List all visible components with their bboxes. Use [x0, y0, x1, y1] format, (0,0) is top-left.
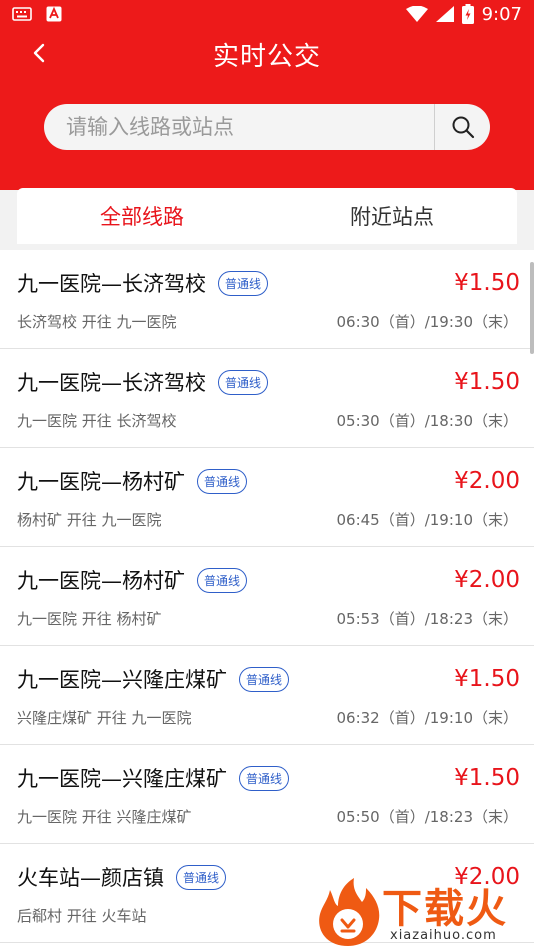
route-type-badge: 普通线 — [197, 468, 248, 494]
header: 实时公交 — [0, 28, 534, 190]
route-type-badge: 普通线 — [176, 864, 227, 890]
route-price: ¥1.50 — [454, 666, 520, 692]
route-type-badge: 普通线 — [239, 765, 290, 791]
watermark-text: 下载火 — [382, 886, 508, 932]
route-name: 九一医院—长济驾校 — [17, 272, 206, 296]
route-row[interactable]: 九一医院—杨村矿 普通线 ¥2.00 九一医院 开往 杨村矿 05:53（首）/… — [0, 547, 534, 646]
tab-nearby-stops[interactable]: 附近站点 — [267, 188, 517, 244]
route-row[interactable]: 九一医院—长济驾校 普通线 ¥1.50 长济驾校 开往 九一医院 06:30（首… — [0, 250, 534, 349]
route-name: 九一医院—长济驾校 — [17, 371, 206, 395]
route-type-badge: 普通线 — [218, 270, 269, 296]
signal-icon — [435, 6, 454, 22]
page-title: 实时公交 — [212, 42, 321, 72]
route-direction: 长济驾校 开往 九一医院 — [17, 313, 177, 331]
route-name: 九一医院—兴隆庄煤矿 — [17, 767, 227, 791]
search-bar — [44, 104, 490, 150]
watermark: 下载火 xiazaihuo.com — [312, 870, 534, 950]
app-notification-icon — [46, 6, 62, 22]
route-direction: 杨村矿 开往 九一医院 — [17, 511, 162, 529]
flame-logo-icon — [319, 878, 380, 946]
route-direction: 后郗村 开往 火车站 — [17, 907, 147, 925]
route-type-badge: 普通线 — [239, 666, 290, 692]
route-row[interactable]: 九一医院—杨村矿 普通线 ¥2.00 杨村矿 开往 九一医院 06:45（首）/… — [0, 448, 534, 547]
route-time: 05:53（首）/18:23（末） — [336, 610, 518, 628]
route-type-badge: 普通线 — [218, 369, 269, 395]
status-bar: 9:07 — [0, 0, 534, 28]
status-time: 9:07 — [481, 3, 522, 25]
route-name: 九一医院—杨村矿 — [17, 569, 185, 593]
search-button[interactable] — [434, 104, 490, 150]
list-scrollbar[interactable] — [530, 262, 534, 354]
tab-all-routes[interactable]: 全部线路 — [17, 188, 267, 244]
route-row[interactable]: 九一医院—兴隆庄煤矿 普通线 ¥1.50 兴隆庄煤矿 开往 九一医院 06:32… — [0, 646, 534, 745]
route-row[interactable]: 九一医院—兴隆庄煤矿 普通线 ¥1.50 九一医院 开往 兴隆庄煤矿 05:50… — [0, 745, 534, 844]
route-direction: 九一医院 开往 长济驾校 — [17, 412, 177, 430]
watermark-url: xiazaihuo.com — [390, 928, 497, 943]
route-direction: 九一医院 开往 兴隆庄煤矿 — [17, 808, 192, 826]
route-direction: 九一医院 开往 杨村矿 — [17, 610, 162, 628]
route-time: 06:45（首）/19:10（末） — [336, 511, 518, 529]
route-type-badge: 普通线 — [197, 567, 248, 593]
route-name: 九一医院—兴隆庄煤矿 — [17, 668, 227, 692]
search-icon — [452, 116, 474, 139]
search-input[interactable] — [44, 104, 434, 150]
keyboard-icon — [12, 7, 32, 21]
route-time: 05:50（首）/18:23（末） — [336, 808, 518, 826]
tab-bar: 全部线路 附近站点 — [17, 188, 517, 244]
route-price: ¥2.00 — [454, 468, 520, 494]
route-price: ¥1.50 — [454, 369, 520, 395]
route-time: 06:30（首）/19:30（末） — [336, 313, 518, 331]
route-direction: 兴隆庄煤矿 开往 九一医院 — [17, 709, 192, 727]
battery-icon — [461, 4, 474, 24]
route-list: 九一医院—长济驾校 普通线 ¥1.50 长济驾校 开往 九一医院 06:30（首… — [0, 250, 534, 950]
wifi-icon — [405, 6, 428, 22]
route-time: 05:30（首）/18:30（末） — [336, 412, 518, 430]
route-row[interactable]: 九一医院—长济驾校 普通线 ¥1.50 九一医院 开往 长济驾校 05:30（首… — [0, 349, 534, 448]
route-price: ¥1.50 — [454, 765, 520, 791]
route-name: 火车站—颜店镇 — [17, 866, 164, 890]
route-price: ¥2.00 — [454, 567, 520, 593]
route-name: 九一医院—杨村矿 — [17, 470, 185, 494]
route-price: ¥1.50 — [454, 270, 520, 296]
route-time: 06:32（首）/19:10（末） — [336, 709, 518, 727]
